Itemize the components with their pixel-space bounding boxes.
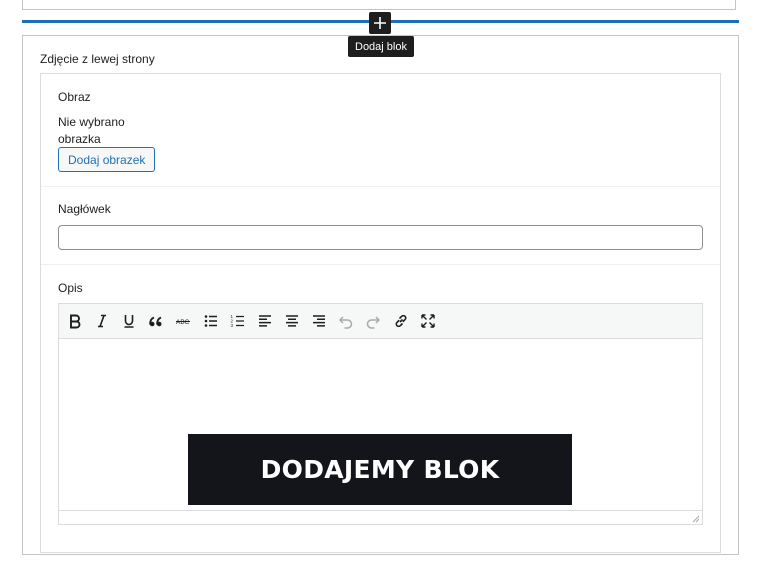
editor-statusbar bbox=[59, 510, 702, 524]
banner-overlay: DODAJEMY BLOK bbox=[188, 434, 572, 505]
align-right-icon[interactable] bbox=[308, 310, 330, 332]
previous-block[interactable] bbox=[22, 0, 736, 10]
undo-icon[interactable] bbox=[335, 310, 357, 332]
image-label: Obraz bbox=[58, 90, 91, 104]
editor-toolbar: ABC 123 bbox=[59, 304, 702, 339]
heading-label: Nagłówek bbox=[58, 202, 111, 216]
resize-handle-icon[interactable] bbox=[692, 515, 700, 523]
underline-icon[interactable] bbox=[118, 310, 140, 332]
bulleted-list-icon[interactable] bbox=[200, 310, 222, 332]
description-field: Opis ABC 1 2 3 bbox=[41, 265, 720, 565]
align-center-icon[interactable] bbox=[281, 310, 303, 332]
heading-field: Nagłówek bbox=[41, 187, 720, 265]
align-left-icon[interactable] bbox=[254, 310, 276, 332]
numbered-list-icon[interactable]: 123 bbox=[227, 310, 249, 332]
description-label: Opis bbox=[58, 281, 83, 295]
strikethrough-icon[interactable]: ABC bbox=[172, 310, 194, 332]
fullscreen-icon[interactable] bbox=[417, 310, 439, 332]
svg-text:ABC: ABC bbox=[176, 319, 190, 326]
bold-icon[interactable] bbox=[64, 310, 86, 332]
heading-input[interactable] bbox=[58, 225, 703, 250]
add-block-button[interactable] bbox=[369, 12, 391, 34]
blockquote-icon[interactable] bbox=[145, 310, 167, 332]
svg-text:3: 3 bbox=[231, 323, 234, 328]
image-field: Obraz Nie wybrano obrazka Dodaj obrazek bbox=[41, 74, 720, 187]
italic-icon[interactable] bbox=[91, 310, 113, 332]
redo-icon[interactable] bbox=[362, 310, 384, 332]
link-icon[interactable] bbox=[390, 310, 412, 332]
plus-icon bbox=[374, 17, 386, 29]
add-image-button[interactable]: Dodaj obrazek bbox=[58, 147, 156, 172]
block-title: Zdjęcie z lewej strony bbox=[40, 52, 155, 66]
no-image-text: Nie wybrano obrazka bbox=[58, 115, 125, 146]
